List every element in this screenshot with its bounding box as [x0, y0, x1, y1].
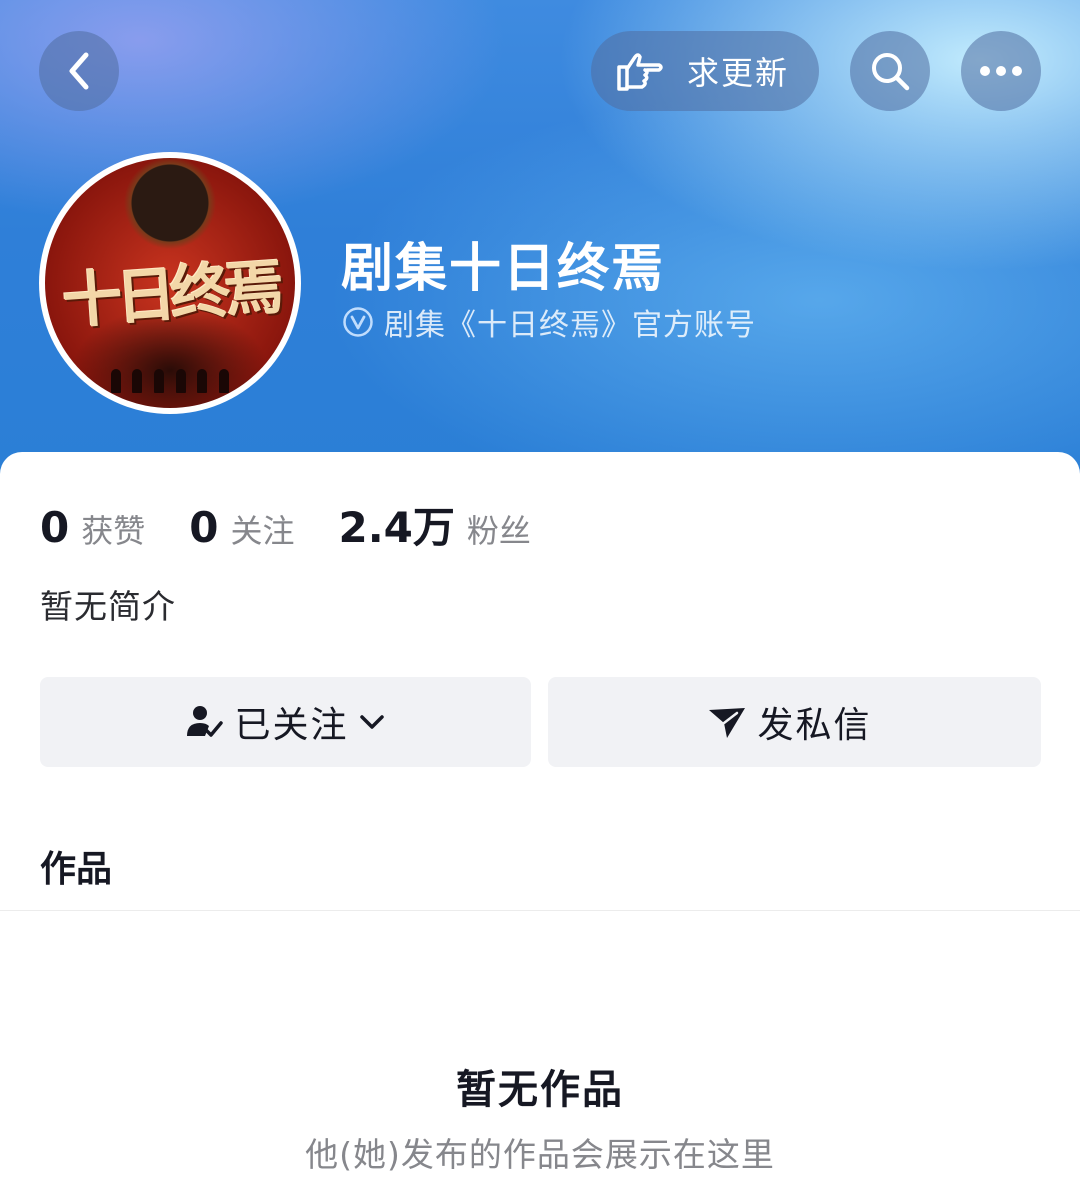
send-message-button[interactable]: 发私信	[548, 677, 1041, 767]
avatar-logo-text: 十日终焉	[60, 252, 281, 338]
pointing-hand-icon	[617, 53, 663, 91]
back-icon	[69, 52, 89, 90]
request-update-button[interactable]: 求更新	[591, 31, 819, 111]
verified-icon	[343, 307, 373, 337]
stat-label: 获赞	[81, 512, 146, 550]
send-icon	[709, 708, 746, 738]
verification-text: 剧集《十日终焉》官方账号	[384, 308, 756, 343]
stats-row: 0 获赞 0 关注 2.4万 粉丝	[40, 494, 575, 555]
user-check-icon	[187, 706, 224, 737]
avatar[interactable]: 十日终焉	[39, 152, 301, 414]
verification-row: 剧集《十日终焉》官方账号	[342, 300, 756, 344]
stat-followers[interactable]: 2.4万 粉丝	[339, 494, 531, 555]
stat-value: 0	[40, 503, 70, 552]
profile-body: 0 获赞 0 关注 2.4万 粉丝 暂无简介 已关注 发私信 作品 暂无作品 他…	[0, 452, 1080, 1188]
send-message-label: 发私信	[757, 705, 872, 746]
avatar-figures	[105, 363, 235, 393]
tab-works[interactable]: 作品	[40, 840, 112, 892]
request-update-label: 求更新	[687, 54, 790, 92]
stat-label: 粉丝	[466, 512, 531, 550]
followed-button[interactable]: 已关注	[40, 677, 531, 767]
search-icon	[872, 53, 910, 91]
empty-state-description: 他(她)发布的作品会展示在这里	[305, 1135, 775, 1174]
search-button[interactable]	[850, 31, 930, 111]
stat-likes[interactable]: 0 获赞	[40, 503, 145, 552]
empty-state-title: 暂无作品	[456, 1067, 624, 1113]
stat-following[interactable]: 0 关注	[189, 503, 294, 552]
profile-name: 剧集十日终焉	[341, 239, 666, 299]
more-button[interactable]	[961, 31, 1041, 111]
profile-header: 求更新 十日终焉 剧集十日终焉 剧集《十日终焉》官方账号	[0, 0, 1080, 520]
stat-value: 0	[189, 503, 219, 552]
chevron-down-icon	[359, 715, 384, 729]
stat-label: 关注	[230, 512, 295, 550]
stat-value: 2.4万	[338, 503, 455, 552]
avatar-image: 十日终焉	[45, 158, 295, 408]
bio-text: 暂无简介	[40, 587, 176, 626]
divider	[0, 910, 1080, 911]
more-icon	[980, 66, 1022, 76]
followed-label: 已关注	[234, 705, 349, 746]
back-button[interactable]	[39, 31, 119, 111]
